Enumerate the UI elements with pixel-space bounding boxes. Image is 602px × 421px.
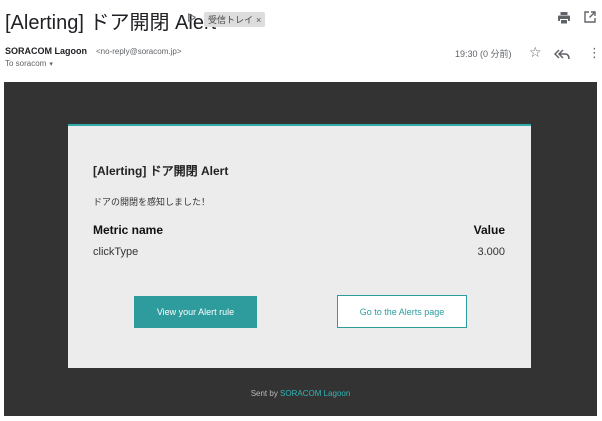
sender-name[interactable]: SORACOM Lagoon [5, 46, 87, 56]
footer-lagoon-link[interactable]: SORACOM Lagoon [280, 389, 350, 398]
email-body-frame: [Alerting] ドア開閉 Alert ドアの開閉を感知しました！ Metr… [4, 82, 597, 416]
metric-name-header: Metric name [93, 223, 164, 237]
footer-prefix: Sent by [250, 389, 281, 398]
value-header: Value [473, 223, 505, 237]
email-footer: Sent by SORACOM Lagoon [4, 389, 597, 398]
open-in-new-window-icon[interactable] [583, 10, 597, 29]
remove-label-icon[interactable]: × [256, 15, 261, 25]
view-alert-rule-button[interactable]: View your Alert rule [134, 296, 257, 328]
go-to-alerts-page-button[interactable]: Go to the Alerts page [337, 295, 467, 328]
alert-message: ドアの開閉を感知しました！ [93, 197, 211, 207]
more-vert-icon[interactable]: ⋮ [588, 45, 601, 61]
email-header: [Alerting] ドア開閉 Alert ᐅ 受信トレイ × [5, 2, 597, 34]
email-timestamp: 19:30 (0 分前) [455, 49, 512, 59]
sender-info: SORACOM Lagoon <no-reply@soracom.jp> To … [5, 44, 601, 78]
importance-marker-icon[interactable]: ᐅ [187, 11, 196, 25]
alert-card: [Alerting] ドア開閉 Alert ドアの開閉を感知しました！ Metr… [68, 124, 531, 368]
reply-all-icon[interactable] [553, 47, 570, 65]
inbox-label-text: 受信トレイ [208, 15, 254, 25]
sender-email: <no-reply@soracom.jp> [96, 47, 182, 56]
recipient-details[interactable]: To soracom ▾ [5, 59, 53, 68]
metric-name-cell: clickType [93, 246, 139, 258]
print-icon[interactable] [557, 11, 571, 30]
email-subject: [Alerting] ドア開閉 Alert [5, 12, 217, 34]
star-icon[interactable]: ☆ [529, 44, 542, 61]
alert-title: [Alerting] ドア開閉 Alert [93, 164, 229, 178]
metric-value-cell: 3.000 [477, 246, 505, 258]
recipient-text: To soracom [5, 59, 47, 68]
chevron-down-icon[interactable]: ▾ [49, 61, 53, 68]
inbox-label-chip[interactable]: 受信トレイ × [204, 12, 266, 27]
